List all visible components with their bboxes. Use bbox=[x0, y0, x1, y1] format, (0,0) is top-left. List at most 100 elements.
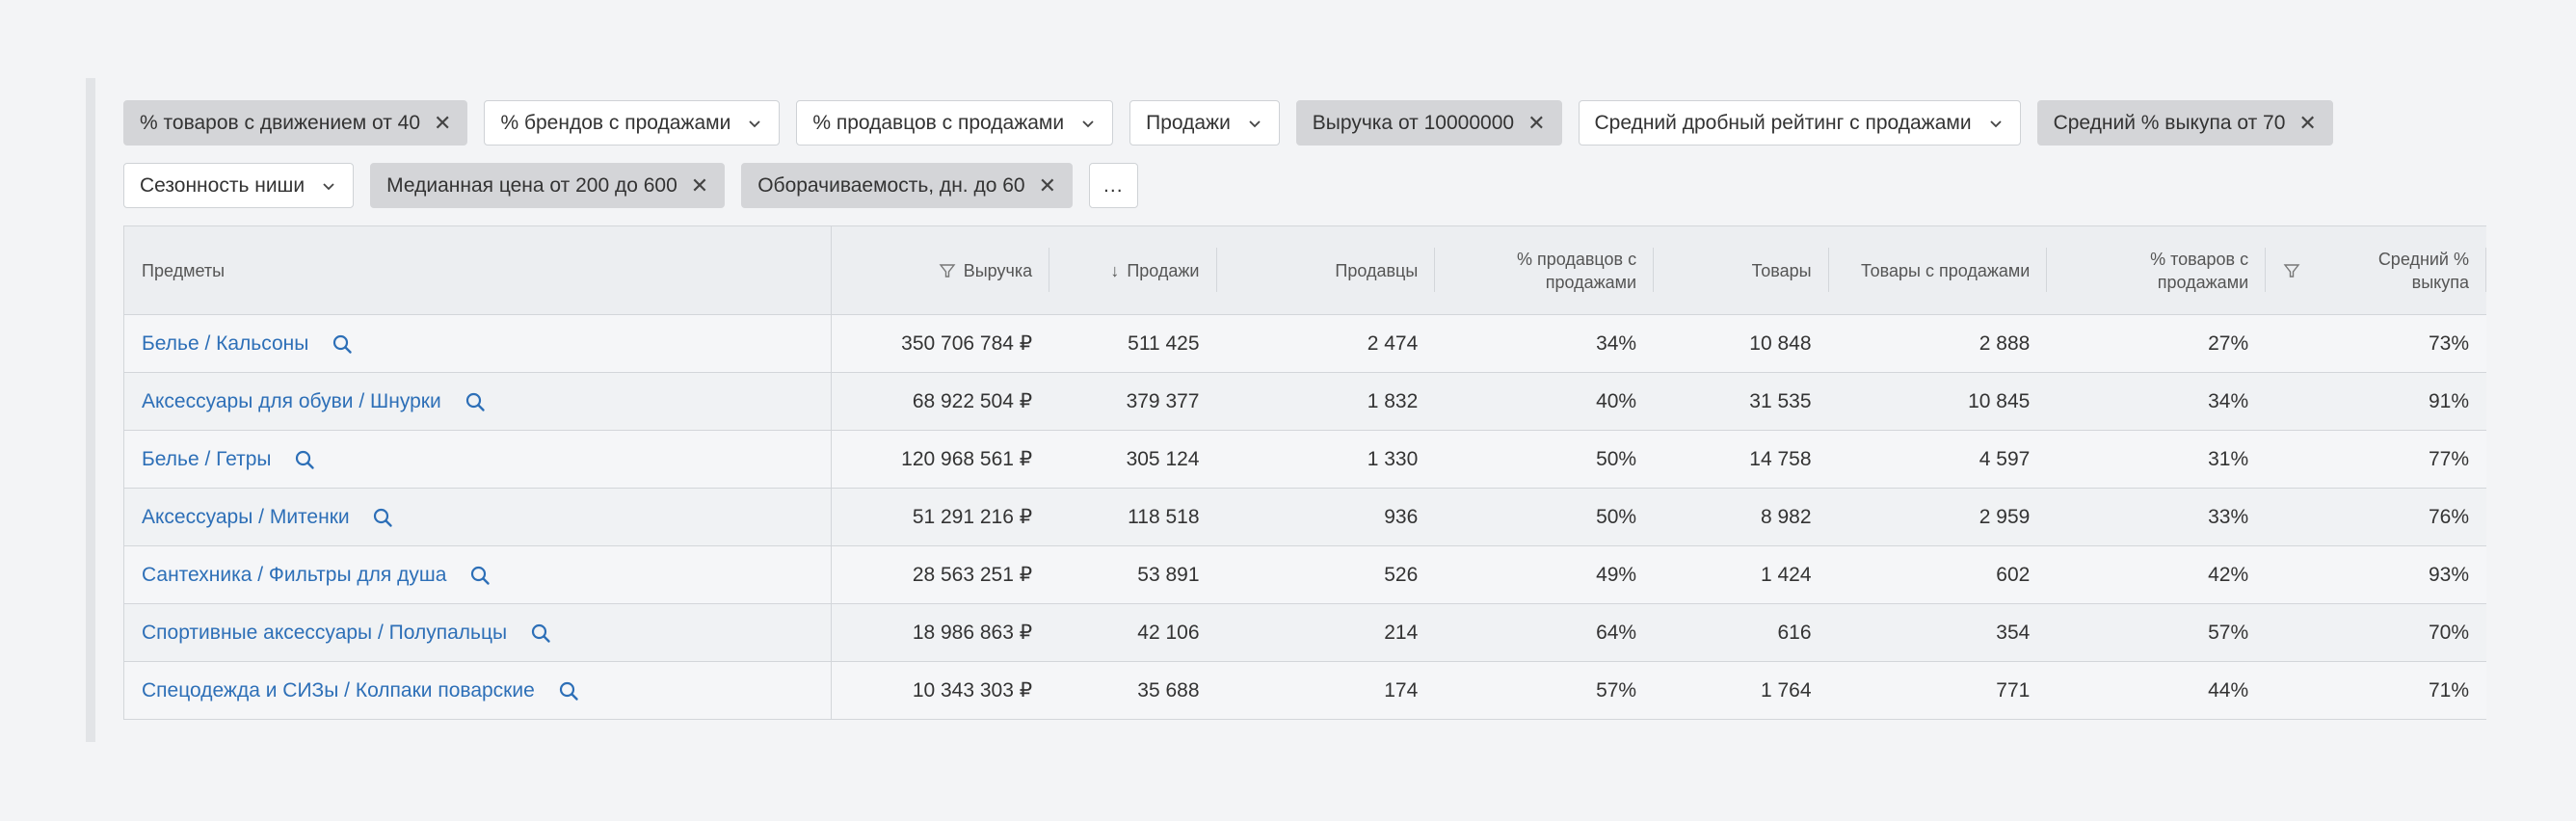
cell-sales: 305 124 bbox=[1049, 430, 1217, 489]
cell-goods-with-sales: 2 959 bbox=[1828, 488, 2048, 546]
close-icon[interactable]: ✕ bbox=[691, 174, 708, 197]
search-icon[interactable] bbox=[465, 391, 486, 412]
cell-sales: 35 688 bbox=[1049, 661, 1217, 720]
col-header-goods-with-sales[interactable]: Товары с продажами bbox=[1828, 225, 2048, 315]
active-filter-chip[interactable]: Медианная цена от 200 до 600 ✕ bbox=[370, 163, 726, 208]
filter-bar: % товаров с движением от 40 ✕ % брендов с … bbox=[123, 100, 2484, 225]
search-icon[interactable] bbox=[294, 449, 315, 470]
cell-subject: Белье / Кальсоны bbox=[123, 314, 832, 373]
cell-subject: Аксессуары для обуви / Шнурки bbox=[123, 372, 832, 431]
col-header-label: % продавцов с продажами bbox=[1516, 249, 1637, 292]
filter-dropdown[interactable]: Продажи bbox=[1129, 100, 1280, 146]
subject-link[interactable]: Спецодежда и СИЗы / Колпаки поварские bbox=[142, 679, 535, 702]
close-icon[interactable]: ✕ bbox=[1527, 112, 1545, 134]
more-filters-button[interactable]: ... bbox=[1089, 163, 1138, 208]
cell-sellers-pct: 64% bbox=[1435, 603, 1655, 662]
cell-goods-pct: 57% bbox=[2047, 603, 2267, 662]
cell-sellers: 214 bbox=[1216, 603, 1436, 662]
chevron-down-icon bbox=[1249, 119, 1261, 127]
col-header-avg-buyout[interactable]: Средний % выкупа bbox=[2266, 225, 2486, 315]
cell-avg-buyout: 76% bbox=[2266, 488, 2486, 546]
search-icon[interactable] bbox=[332, 333, 353, 355]
close-icon[interactable]: ✕ bbox=[434, 112, 451, 134]
filter-dropdown[interactable]: Сезонность ниши bbox=[123, 163, 355, 208]
subject-link[interactable]: Аксессуары для обуви / Шнурки bbox=[142, 390, 441, 412]
cell-sales: 379 377 bbox=[1049, 372, 1217, 431]
col-header-sellers[interactable]: Продавцы bbox=[1216, 225, 1436, 315]
cell-goods-with-sales: 4 597 bbox=[1828, 430, 2048, 489]
col-header-label: Выручка bbox=[963, 260, 1033, 280]
table-header-row: Предметы Выручка ↓ Продажи Продавцы % пр… bbox=[123, 225, 2486, 315]
filter-chip-label: Медианная цена от 200 до 600 bbox=[386, 173, 677, 197]
subject-link[interactable]: Спортивные аксессуары / Полупальцы bbox=[142, 622, 507, 644]
active-filter-chip[interactable]: Оборачиваемость, дн. до 60 ✕ bbox=[741, 163, 1074, 208]
filter-chip-label: Оборачиваемость, дн. до 60 bbox=[757, 173, 1025, 197]
cell-sellers: 174 bbox=[1216, 661, 1436, 720]
cell-sellers: 1 330 bbox=[1216, 430, 1436, 489]
cell-revenue: 68 922 504 ₽ bbox=[831, 372, 1050, 431]
cell-subject: Спортивные аксессуары / Полупальцы bbox=[123, 603, 832, 662]
cell-goods: 1 424 bbox=[1654, 545, 1829, 604]
filter-chip-label: Продажи bbox=[1146, 111, 1231, 134]
close-icon[interactable]: ✕ bbox=[2298, 112, 2316, 134]
chevron-down-icon bbox=[323, 182, 334, 190]
cell-sellers-pct: 40% bbox=[1435, 372, 1655, 431]
cell-goods-pct: 42% bbox=[2047, 545, 2267, 604]
col-header-label: Продавцы bbox=[1335, 260, 1419, 280]
filter-chip-label: Средний дробный рейтинг с продажами bbox=[1594, 111, 1972, 134]
filter-dropdown[interactable]: % продавцов с продажами bbox=[796, 100, 1114, 146]
cell-avg-buyout: 91% bbox=[2266, 372, 2486, 431]
filter-chip-label: % брендов с продажами bbox=[500, 111, 731, 134]
search-icon[interactable] bbox=[530, 622, 551, 644]
filter-icon[interactable] bbox=[939, 262, 956, 279]
filter-dropdown[interactable]: % брендов с продажами bbox=[484, 100, 781, 146]
col-header-goods[interactable]: Товары bbox=[1654, 225, 1829, 315]
subject-link[interactable]: Аксессуары / Митенки bbox=[142, 506, 350, 528]
subject-link[interactable]: Белье / Гетры bbox=[142, 448, 271, 470]
filter-chip-label: Средний % выкупа от 70 bbox=[2053, 111, 2286, 134]
cell-sellers-pct: 50% bbox=[1435, 430, 1655, 489]
cell-goods: 10 848 bbox=[1654, 314, 1829, 373]
col-header-label: Товары bbox=[1751, 260, 1812, 280]
cell-avg-buyout: 73% bbox=[2266, 314, 2486, 373]
col-header-label: Товары с продажами bbox=[1861, 260, 2031, 280]
close-icon[interactable]: ✕ bbox=[1039, 174, 1056, 197]
filter-icon[interactable] bbox=[2283, 262, 2300, 279]
cell-goods-pct: 27% bbox=[2047, 314, 2267, 373]
cell-goods: 1 764 bbox=[1654, 661, 1829, 720]
cell-subject: Белье / Гетры bbox=[123, 430, 832, 489]
col-header-sales[interactable]: ↓ Продажи bbox=[1049, 225, 1217, 315]
active-filter-chip[interactable]: Выручка от 10000000 ✕ bbox=[1295, 100, 1562, 146]
filter-chip-label: % продавцов с продажами bbox=[812, 111, 1065, 134]
col-header-revenue[interactable]: Выручка bbox=[831, 225, 1050, 315]
search-icon[interactable] bbox=[558, 680, 579, 702]
cell-sellers: 2 474 bbox=[1216, 314, 1436, 373]
col-header-label: Средний % выкупа bbox=[2377, 249, 2469, 292]
filter-row-2: Сезонность ниши Медианная цена от 200 до … bbox=[123, 163, 2484, 208]
col-header-sellers-pct[interactable]: % продавцов с продажами bbox=[1435, 225, 1655, 315]
active-filter-chip[interactable]: % товаров с движением от 40 ✕ bbox=[123, 100, 468, 146]
left-rail bbox=[86, 78, 95, 742]
search-icon[interactable] bbox=[372, 507, 393, 528]
cell-sellers: 936 bbox=[1216, 488, 1436, 546]
col-header-goods-pct[interactable]: % товаров с продажами bbox=[2047, 225, 2267, 315]
col-header-subjects[interactable]: Предметы bbox=[123, 225, 832, 315]
subject-link[interactable]: Белье / Кальсоны bbox=[142, 332, 308, 355]
cell-sales: 53 891 bbox=[1049, 545, 1217, 604]
search-icon[interactable] bbox=[469, 565, 491, 586]
cell-revenue: 10 343 303 ₽ bbox=[831, 661, 1050, 720]
cell-sales: 118 518 bbox=[1049, 488, 1217, 546]
subject-link[interactable]: Сантехника / Фильтры для душа bbox=[142, 564, 446, 586]
cell-goods: 8 982 bbox=[1654, 488, 1829, 546]
cell-sellers-pct: 34% bbox=[1435, 314, 1655, 373]
filter-dropdown[interactable]: Средний дробный рейтинг с продажами bbox=[1578, 100, 2021, 146]
filter-chip-label: Сезонность ниши bbox=[140, 173, 305, 197]
table-row: Спецодежда и СИЗы / Колпаки поварские 10… bbox=[123, 661, 2486, 720]
active-filter-chip[interactable]: Средний % выкупа от 70 ✕ bbox=[2036, 100, 2333, 146]
cell-goods-pct: 44% bbox=[2047, 661, 2267, 720]
table-row: Аксессуары / Митенки 51 291 216 ₽ 118 51… bbox=[123, 488, 2486, 546]
cell-goods: 14 758 bbox=[1654, 430, 1829, 489]
filter-row-1: % товаров с движением от 40 ✕ % брендов с … bbox=[123, 100, 2484, 146]
cell-revenue: 120 968 561 ₽ bbox=[831, 430, 1050, 489]
table-row: Спортивные аксессуары / Полупальцы 18 98… bbox=[123, 603, 2486, 662]
